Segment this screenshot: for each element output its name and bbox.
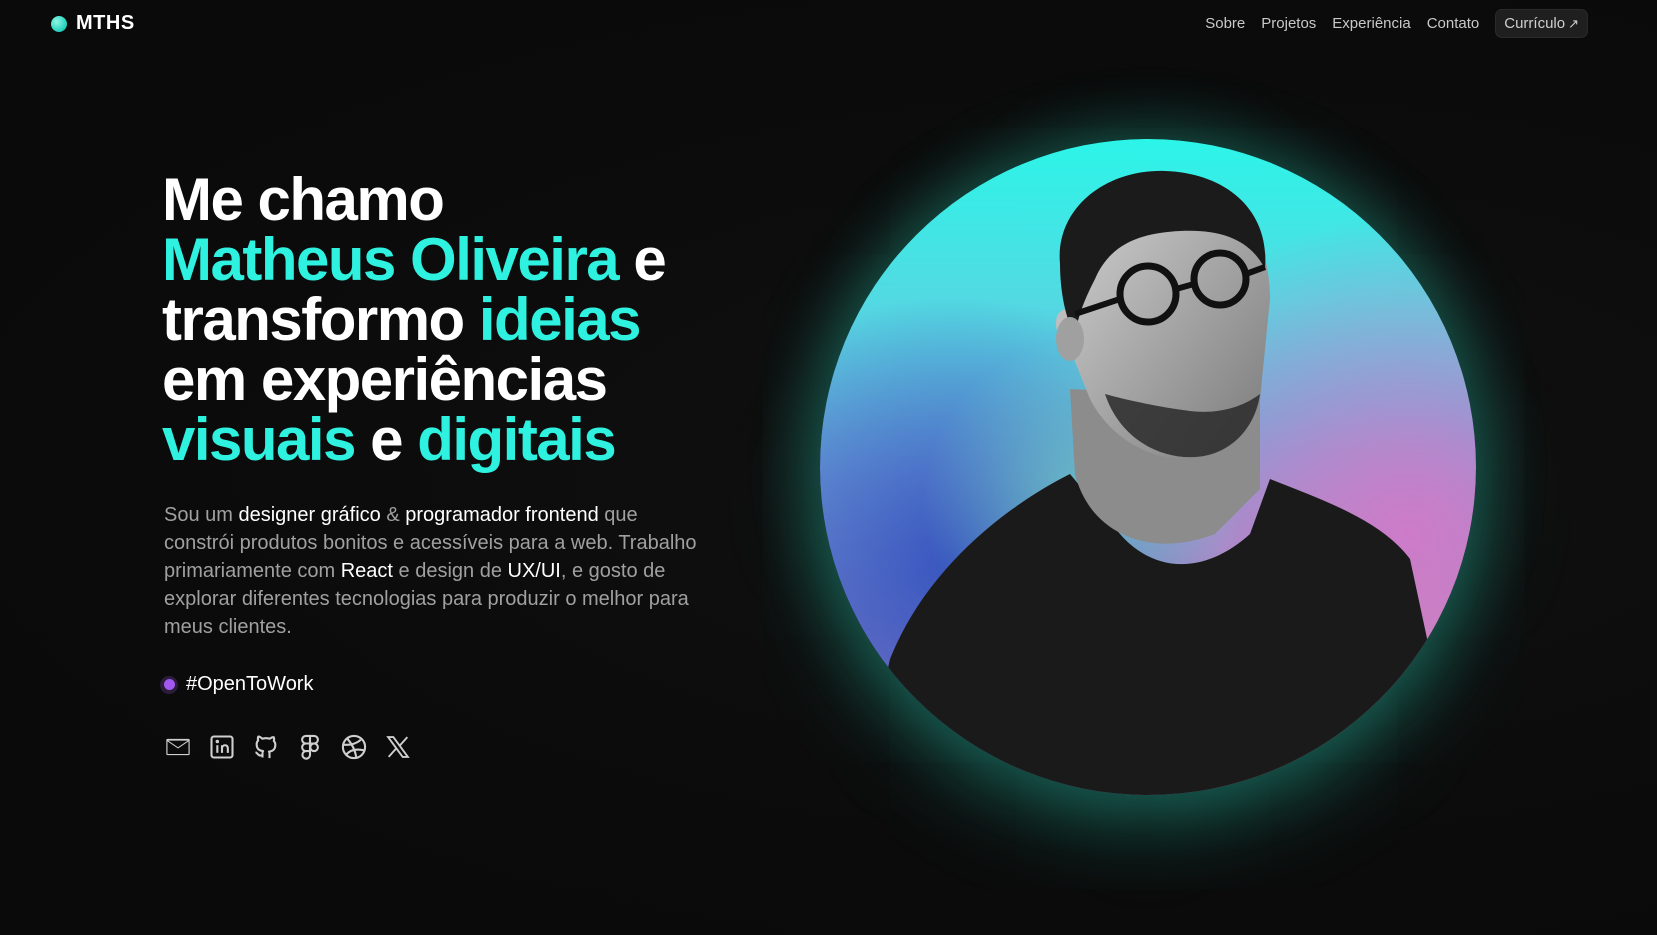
person-silhouette-icon [860,170,1440,795]
bio-strong-uxui: UX/UI [507,560,561,582]
linkedin-icon[interactable] [208,733,236,761]
figma-icon[interactable] [296,733,324,761]
bio-strong-react: React [340,560,393,582]
headline-line-1: Me chamo [162,166,445,233]
headline-line-5: visuais e digitais [162,410,665,470]
hero-headline: Me chamo Matheus Oliveira e transformo i… [162,166,667,470]
curriculo-label: Currículo [1504,15,1566,32]
nav-link-experiencia[interactable]: Experiência [1332,15,1410,32]
headline-line-3: transformo ideias [162,290,665,350]
nav-link-sobre[interactable]: Sobre [1205,15,1245,32]
headline-digitais: digitais [417,406,617,473]
logo[interactable]: MTHS [51,12,135,35]
page: MTHS Sobre Projetos Experiência Contato … [0,0,1657,935]
curriculo-button[interactable]: Currículo ↗ [1495,9,1588,38]
headline-transformo: transformo [162,286,465,353]
hero-bio: Sou um designer gráfico & programador fr… [164,501,704,641]
x-icon[interactable] [384,733,412,761]
headline-e1: e [633,226,666,293]
status-dot-icon [160,675,178,694]
headline-name: Matheus Oliveira [162,226,620,293]
bio-text-2: & [380,504,406,526]
headline-line-4: em experiências [162,346,608,413]
nav-link-contato[interactable]: Contato [1427,15,1480,32]
arrow-up-right-icon: ↗ [1568,15,1579,31]
headline-e2: e [370,406,403,473]
headline-line-2: Matheus Oliveira e [162,230,667,290]
open-to-work-label: #OpenToWork [186,673,314,695]
open-to-work-badge: #OpenToWork [160,673,313,696]
mail-icon[interactable] [164,733,192,761]
profile-photo [820,139,1476,795]
bio-text-1: Sou um [164,504,239,526]
github-icon[interactable] [252,733,280,761]
logo-text: MTHS [76,12,135,34]
headline-visuais: visuais [162,406,356,473]
bio-strong-designer: designer gráfico [238,504,381,526]
headline-ideias: ideias [478,286,642,353]
bio-strong-frontend: programador frontend [405,504,599,526]
dribbble-icon[interactable] [340,733,368,761]
logo-dot-icon [51,15,67,32]
top-nav: Sobre Projetos Experiência Contato Currí… [1189,9,1588,38]
social-links [164,733,412,761]
bio-text-4: e design de [392,560,508,582]
nav-link-projetos[interactable]: Projetos [1261,15,1316,32]
